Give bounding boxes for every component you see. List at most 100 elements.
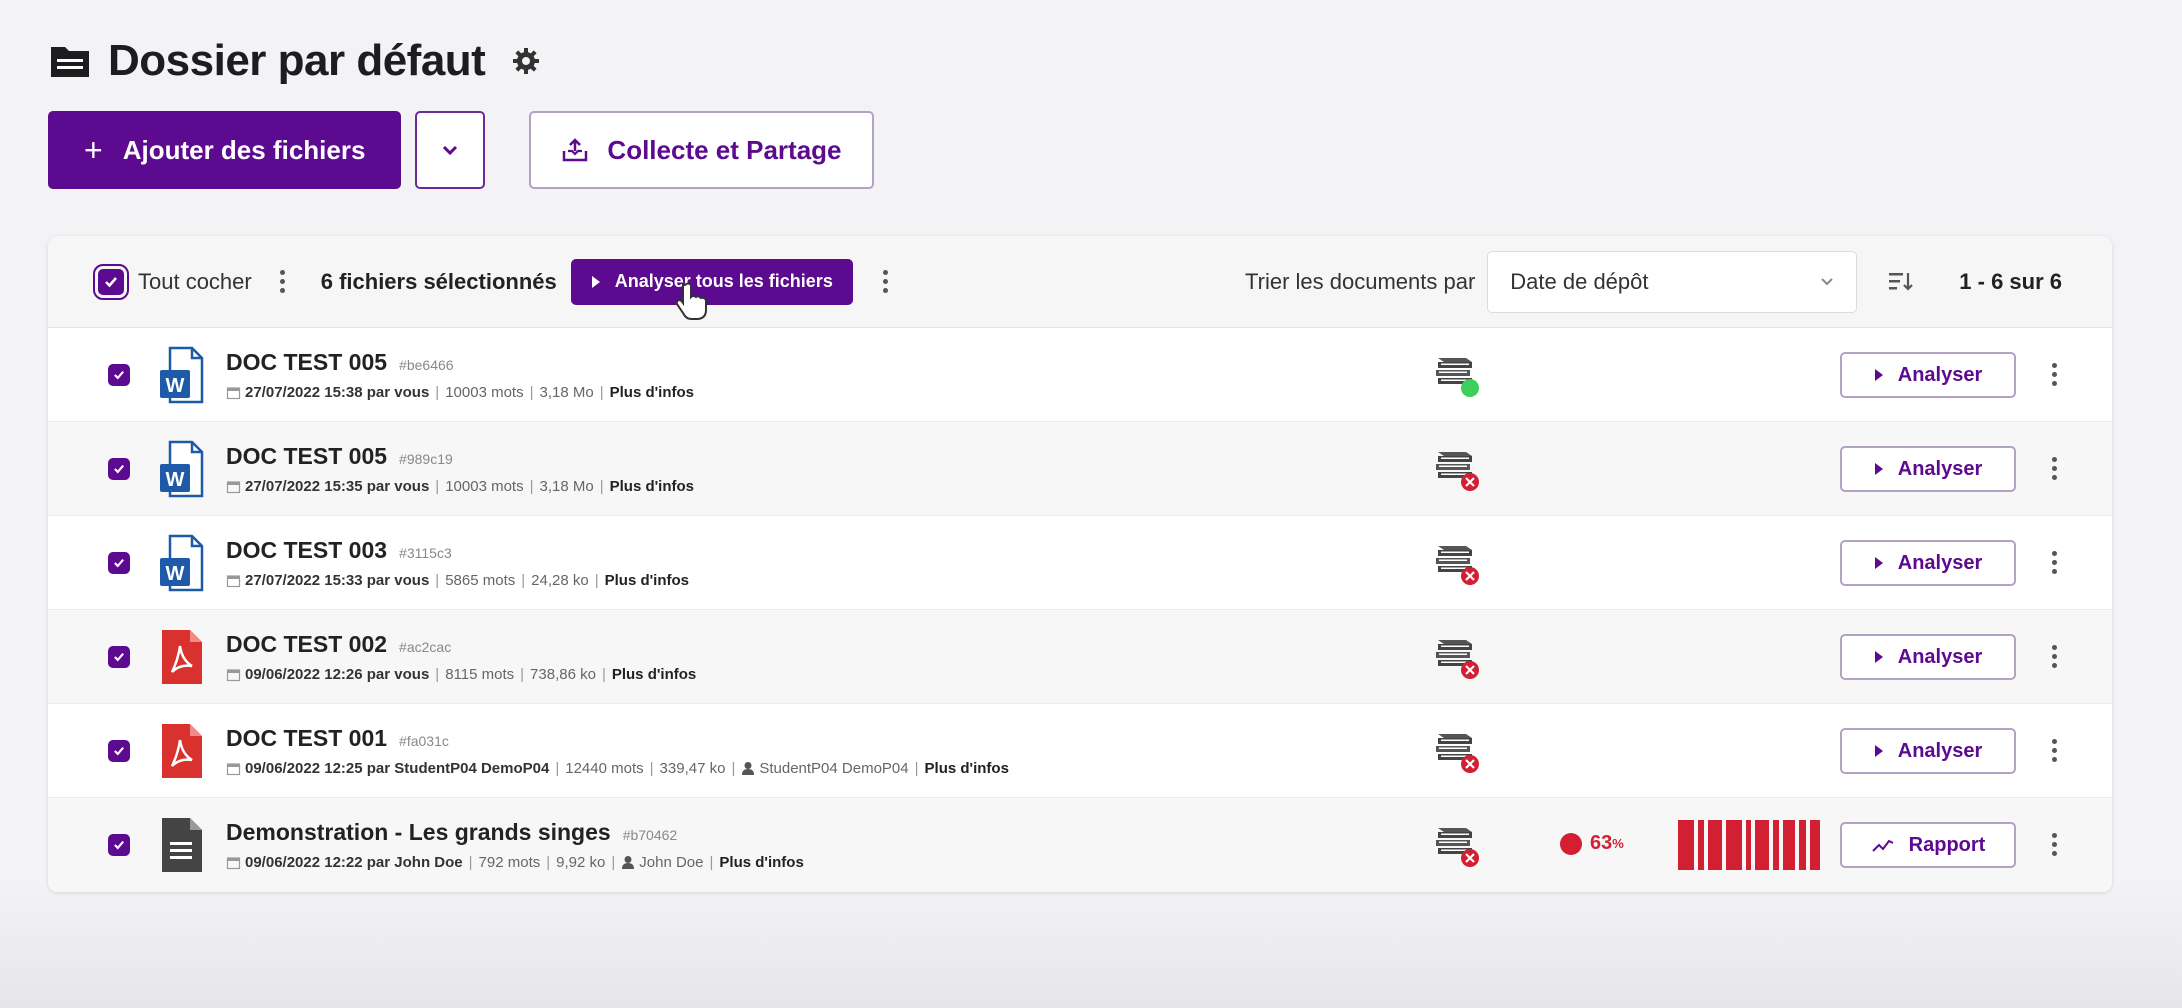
file-info: Demonstration - Les grands singes #b7046… xyxy=(226,819,1456,871)
checkmark-icon xyxy=(114,370,124,379)
file-name[interactable]: DOC TEST 005 xyxy=(226,443,387,470)
file-size: 3,18 Mo xyxy=(539,383,594,401)
more-info-link[interactable]: Plus d'infos xyxy=(610,384,694,401)
files-toolbar: Tout cocher 6 fichiers sélectionnés Anal… xyxy=(48,236,2112,328)
row-menu-icon[interactable] xyxy=(2042,829,2067,860)
file-date: 27/07/2022 15:38 par vous xyxy=(245,383,430,401)
file-name[interactable]: Demonstration - Les grands singes xyxy=(226,819,611,846)
analyse-button[interactable]: Analyser xyxy=(1840,634,2016,680)
file-size: 24,28 ko xyxy=(531,571,589,589)
analyse-button[interactable]: Analyser xyxy=(1840,446,2016,492)
analyse-all-button[interactable]: Analyser tous les fichiers xyxy=(570,258,853,320)
add-files-label: Ajouter des fichiers xyxy=(122,134,366,165)
action-label: Analyser xyxy=(1897,645,1983,668)
more-info-link[interactable]: Plus d'infos xyxy=(612,666,696,683)
analyse-button[interactable]: Analyser xyxy=(1840,540,2016,586)
check-all-label: Tout cocher xyxy=(138,268,252,294)
play-icon xyxy=(1874,369,1883,381)
calendar-icon xyxy=(226,574,241,587)
row-checkbox[interactable] xyxy=(108,645,130,668)
row-menu-icon[interactable] xyxy=(2042,359,2067,390)
file-row[interactable]: W DOC TEST 003 #3115c3 27/07/2022 15:33 … xyxy=(48,516,2112,610)
sort-order-icon[interactable] xyxy=(1887,269,1915,295)
checkmark-icon xyxy=(114,746,124,755)
collect-share-button[interactable]: Collecte et Partage xyxy=(529,111,874,189)
row-menu-icon[interactable] xyxy=(2042,641,2067,672)
file-size: 9,92 ko xyxy=(556,854,606,871)
play-icon xyxy=(591,275,600,288)
page: Dossier par défaut + Ajouter des fichier… xyxy=(48,28,2112,892)
file-words: 10003 mots xyxy=(445,383,524,401)
calendar-icon xyxy=(226,480,241,493)
score-unit: % xyxy=(1612,836,1624,851)
file-words: 10003 mots xyxy=(445,477,524,495)
file-row[interactable]: DOC TEST 002 #ac2cac 09/06/2022 12:26 pa… xyxy=(48,610,2112,704)
database-error-icon xyxy=(1436,640,1479,679)
more-info-link[interactable]: Plus d'infos xyxy=(605,572,689,589)
file-hash: #b70462 xyxy=(622,827,678,843)
row-checkbox[interactable] xyxy=(108,551,130,574)
row-checkbox[interactable] xyxy=(108,457,130,480)
more-actions-icon[interactable] xyxy=(873,266,898,297)
svg-text:W: W xyxy=(166,469,185,491)
pdf-file-icon xyxy=(162,629,202,684)
file-row[interactable]: W DOC TEST 005 #be6466 27/07/2022 15:38 … xyxy=(48,328,2112,422)
file-size: 3,18 Mo xyxy=(539,477,594,495)
file-info: DOC TEST 005 #989c19 27/07/2022 15:35 pa… xyxy=(226,443,1456,495)
row-checkbox[interactable] xyxy=(108,739,130,762)
sort-select-value: Date de dépôt xyxy=(1510,268,1649,294)
file-info: DOC TEST 001 #fa031c 09/06/2022 12:25 pa… xyxy=(226,725,1456,777)
file-meta: 27/07/2022 15:35 par vous | 10003 mots | 3… xyxy=(226,478,1456,495)
add-files-button[interactable]: + Ajouter des fichiers xyxy=(48,111,402,189)
database-error-icon xyxy=(1436,452,1479,491)
file-name[interactable]: DOC TEST 001 xyxy=(226,725,387,752)
row-checkbox[interactable] xyxy=(108,363,130,386)
text-file-icon xyxy=(162,818,202,872)
row-menu-icon[interactable] xyxy=(2042,547,2067,578)
file-hash: #ac2cac xyxy=(399,638,452,655)
report-button[interactable]: Rapport xyxy=(1840,822,2016,868)
user-icon xyxy=(622,856,635,869)
file-row[interactable]: W DOC TEST 005 #989c19 27/07/2022 15:35 … xyxy=(48,422,2112,516)
word-file-icon: W xyxy=(160,346,204,403)
more-info-link[interactable]: Plus d'infos xyxy=(610,478,694,495)
more-info-link[interactable]: Plus d'infos xyxy=(719,854,803,871)
row-checkbox[interactable] xyxy=(108,834,130,856)
row-menu-icon[interactable] xyxy=(2042,453,2067,484)
analyse-button[interactable]: Analyser xyxy=(1840,352,2016,398)
row-menu-icon[interactable] xyxy=(2042,735,2067,766)
database-error-icon xyxy=(1436,828,1479,867)
add-files-dropdown-button[interactable] xyxy=(415,111,486,189)
action-label: Analyser xyxy=(1897,363,1983,386)
checkmark-icon xyxy=(114,558,124,567)
file-name[interactable]: DOC TEST 003 xyxy=(226,537,387,564)
file-date: 09/06/2022 12:26 par vous xyxy=(245,665,430,683)
file-row[interactable]: Demonstration - Les grands singes #b7046… xyxy=(48,798,2112,892)
file-size: 738,86 ko xyxy=(530,665,596,683)
file-row[interactable]: DOC TEST 001 #fa031c 09/06/2022 12:25 pa… xyxy=(48,704,2112,798)
bulk-menu-icon[interactable] xyxy=(270,266,295,297)
check-all-checkbox[interactable] xyxy=(93,263,129,300)
svg-text:W: W xyxy=(166,563,185,585)
similarity-barcode-icon[interactable] xyxy=(1678,820,1820,870)
action-label: Analyser xyxy=(1897,551,1983,574)
database-error-icon xyxy=(1436,546,1479,585)
file-name[interactable]: DOC TEST 005 xyxy=(226,349,387,376)
svg-text:W: W xyxy=(166,375,185,397)
pdf-file-icon xyxy=(162,723,202,778)
file-info: DOC TEST 003 #3115c3 27/07/2022 15:33 pa… xyxy=(226,537,1456,589)
calendar-icon xyxy=(226,857,241,870)
file-name[interactable]: DOC TEST 002 xyxy=(226,631,387,658)
calendar-icon xyxy=(226,762,241,775)
analyse-button[interactable]: Analyser xyxy=(1840,728,2016,774)
word-file-icon: W xyxy=(160,534,204,591)
sort-select[interactable]: Date de dépôt xyxy=(1487,250,1858,313)
file-hash: #989c19 xyxy=(399,450,453,467)
file-size: 339,47 ko xyxy=(659,759,726,777)
action-bar: + Ajouter des fichiers Collecte et Parta… xyxy=(48,110,2112,190)
page-header: Dossier par défaut xyxy=(48,28,2112,94)
file-date: 09/06/2022 12:25 par StudentP04 DemoP04 xyxy=(245,759,550,777)
file-info: DOC TEST 002 #ac2cac 09/06/2022 12:26 pa… xyxy=(226,631,1456,683)
more-info-link[interactable]: Plus d'infos xyxy=(925,760,1009,777)
gear-icon[interactable] xyxy=(511,46,541,76)
